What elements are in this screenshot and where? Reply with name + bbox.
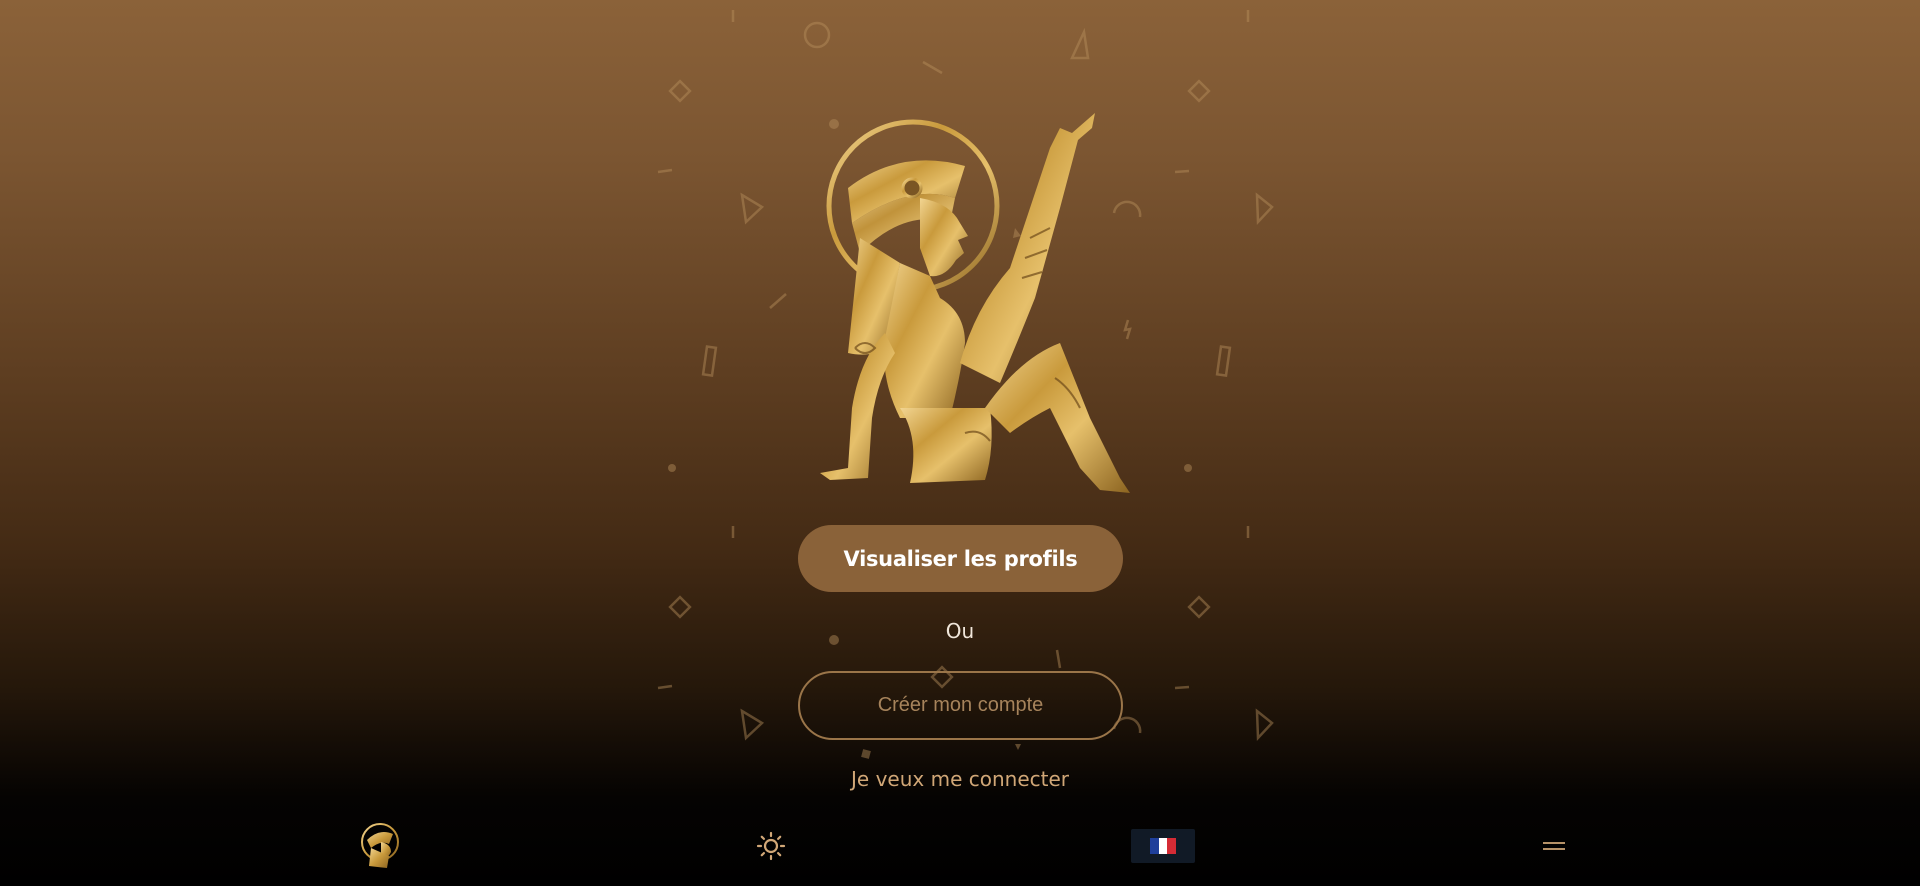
login-link[interactable]: Je veux me connecter [760,767,1160,791]
create-account-button[interactable]: Créer mon compte [798,671,1123,740]
language-selector[interactable] [1131,806,1195,886]
bottom-nav-bar [0,806,1920,886]
brand-emblem-icon [820,113,1130,493]
logo-icon [361,823,399,868]
language-badge [1131,829,1195,863]
flag-fr-icon [1150,838,1177,854]
nav-home-logo[interactable] [350,806,412,886]
view-profiles-button[interactable]: Visualiser les profils [798,525,1123,592]
sun-icon [756,831,786,861]
brand-emblem [760,88,1160,508]
menu-button[interactable] [1536,806,1572,886]
hamburger-menu-icon [1543,842,1565,850]
theme-toggle-button[interactable] [746,806,796,886]
or-separator: Ou [945,619,975,643]
